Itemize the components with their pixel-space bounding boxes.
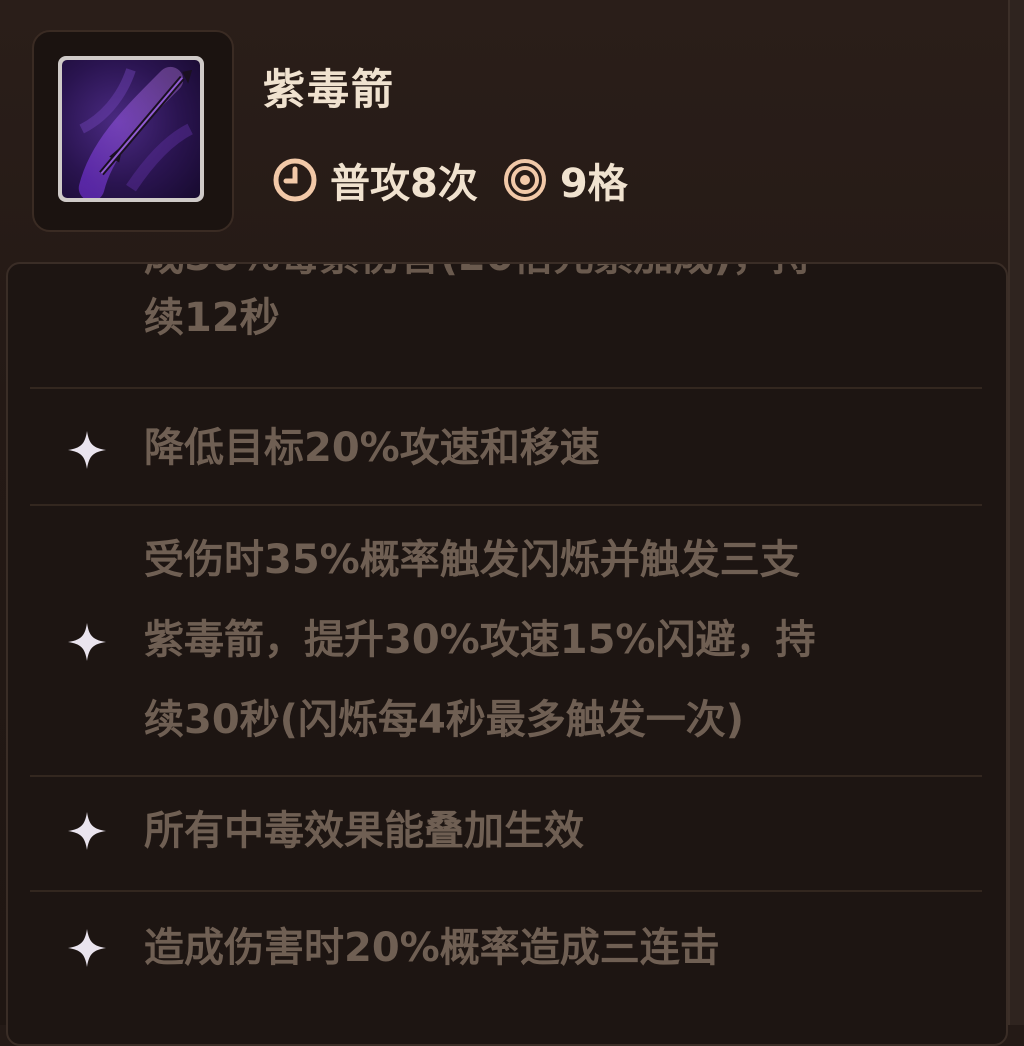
clock-icon [270,155,320,205]
description-text: 紫毒箭，提升30%攻速15%闪避，持 [144,617,816,663]
stat-range-text: 9格 [559,161,628,207]
description-text: 造成伤害时20%概率造成三连击 [144,925,720,971]
divider [30,504,982,506]
purple-poison-arrow-icon [62,60,200,198]
skill-stats: 普攻8次 9格 [270,152,628,208]
skill-title: 紫毒箭 [263,65,396,114]
stat-range: 9格 [500,151,628,209]
description-text: 降低目标20%攻速和移速 [144,425,600,471]
description-text: 受伤时35%概率触发闪烁并触发三支 [144,537,800,583]
skill-icon-frame [32,30,234,232]
divider [30,890,982,892]
sparkle-icon [66,621,108,663]
description-cut-line: 成50%毒素伤害(20倍元素加成)，持 [144,264,944,282]
divider [30,775,982,777]
description-text: 续12秒 [144,295,280,341]
scroll-edge[interactable] [1008,0,1024,1025]
stat-cooldown-text: 普攻8次 [330,161,478,207]
sparkle-icon [66,927,108,969]
stat-cooldown: 普攻8次 [270,151,478,209]
skill-icon-border [58,56,204,202]
description-text: 续30秒(闪烁每4秒最多触发一次) [144,697,745,743]
sparkle-icon [66,810,108,852]
description-text: 所有中毒效果能叠加生效 [144,808,584,854]
target-icon [500,155,550,205]
description-panel[interactable]: 成50%毒素伤害(20倍元素加成)，持 续12秒 降低目标20%攻速和移速 受伤… [6,262,1008,1046]
sparkle-icon [66,429,108,471]
divider [30,387,982,389]
